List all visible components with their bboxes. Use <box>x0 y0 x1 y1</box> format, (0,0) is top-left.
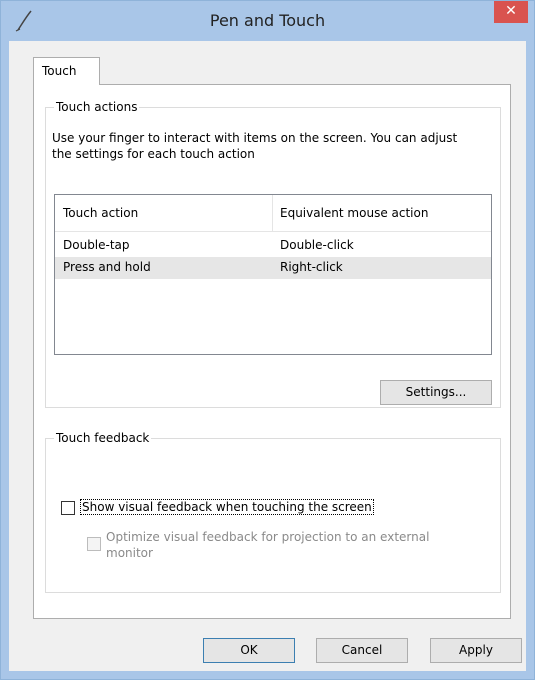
optimize-projection-checkbox[interactable] <box>87 537 101 551</box>
show-visual-feedback-checkbox[interactable] <box>61 501 75 515</box>
cell-touch-action: Double-tap <box>63 238 130 252</box>
optimize-projection-label-line2[interactable]: monitor <box>106 546 153 560</box>
show-visual-feedback-label[interactable]: Show visual feedback when touching the s… <box>80 499 374 515</box>
cell-touch-action: Press and hold <box>63 260 151 274</box>
optimize-projection-label-line1[interactable]: Optimize visual feedback for projection … <box>106 530 429 544</box>
cell-mouse-action: Double-click <box>280 238 354 252</box>
ok-button[interactable]: OK <box>203 638 295 663</box>
cell-mouse-action: Right-click <box>280 260 343 274</box>
apply-button[interactable]: Apply <box>430 638 522 663</box>
dialog-client-area: Touch Touch actions Use your finger to i… <box>9 41 526 671</box>
touch-actions-group-label: Touch actions <box>54 100 140 114</box>
close-icon: ✕ <box>505 3 517 19</box>
touch-actions-description: Use your finger to interact with items o… <box>52 131 458 161</box>
touch-actions-group: Touch actions Use your finger to interac… <box>45 100 501 408</box>
touch-tab-panel: Touch actions Use your finger to interac… <box>33 84 511 619</box>
window-title: Pen and Touch <box>209 11 326 30</box>
settings-button[interactable]: Settings... <box>380 380 492 405</box>
column-divider[interactable] <box>272 195 273 231</box>
touch-actions-list[interactable]: Touch action Equivalent mouse action Dou… <box>54 194 492 355</box>
touch-feedback-group: Touch feedback Show visual feedback when… <box>45 431 501 593</box>
column-header-mouse-action[interactable]: Equivalent mouse action <box>280 206 428 220</box>
pen-and-touch-dialog: Pen and Touch ✕ Touch Touch actions Use … <box>0 0 535 680</box>
cancel-button[interactable]: Cancel <box>316 638 408 663</box>
column-header-touch-action[interactable]: Touch action <box>63 206 138 220</box>
title-bar[interactable]: Pen and Touch ✕ <box>1 1 534 41</box>
tab-touch[interactable]: Touch <box>33 57 100 85</box>
touch-feedback-group-label: Touch feedback <box>54 431 152 445</box>
close-button[interactable]: ✕ <box>494 1 528 23</box>
list-row-double-tap[interactable]: Double-tap Double-click <box>55 235 491 257</box>
list-row-press-and-hold[interactable]: Press and hold Right-click <box>55 257 491 279</box>
list-header: Touch action Equivalent mouse action <box>55 195 491 232</box>
